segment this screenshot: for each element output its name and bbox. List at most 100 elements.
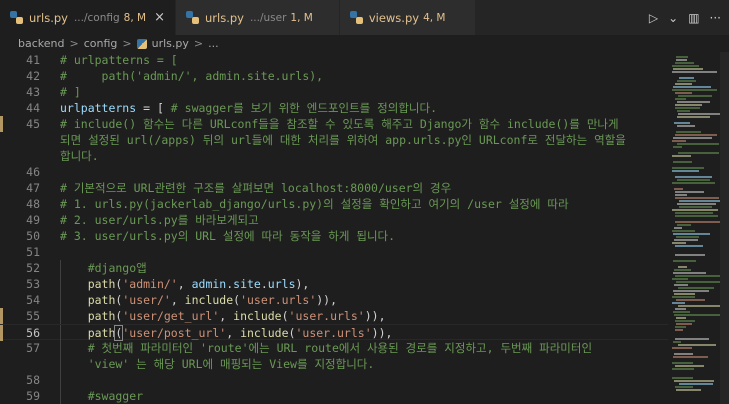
code-comment: # path('admin/', admin.site.urls),: [60, 69, 324, 83]
minimap-line: [672, 278, 688, 280]
run-icon[interactable]: ▷: [649, 11, 658, 25]
tab-problem-badge: 4, M: [423, 11, 446, 24]
code-line: 48 # 1. urls.py(jackerlab_django/urls.py)…: [0, 196, 668, 212]
minimap-line: [672, 230, 695, 232]
minimap-line: [672, 362, 693, 364]
minimap-line: [674, 293, 695, 295]
code-line: 55 path('user/get_url', include('user.ur…: [0, 308, 668, 324]
line-number: 54: [26, 293, 40, 307]
code-line: 57 # 첫번째 파라미터인 'route'에는 URL route에서 사용된…: [0, 340, 668, 356]
tab-label: views.py: [368, 10, 420, 25]
code-line-current: 56 path('user/post_url', include('user.u…: [0, 324, 668, 341]
breadcrumb-file[interactable]: urls.py: [152, 37, 189, 50]
minimap-line: [672, 167, 704, 169]
minimap-line: [672, 209, 718, 211]
minimap-line: [672, 155, 691, 157]
code-line-wrap: 합니다.: [0, 148, 668, 164]
minimap-line: [677, 179, 710, 181]
breadcrumb: backend > config > urls.py > ...: [0, 35, 729, 52]
minimap-line: [674, 380, 714, 382]
minimap-line: [675, 62, 694, 64]
minimap-line: [678, 305, 720, 307]
breadcrumb-config[interactable]: config: [84, 37, 118, 50]
minimap-line: [677, 224, 691, 226]
close-icon[interactable]: ×: [154, 10, 165, 25]
tab-views[interactable]: views.py 4, M: [339, 0, 477, 35]
minimap-line: [677, 80, 696, 82]
function-call: path: [87, 293, 116, 307]
minimap-line: [675, 212, 713, 214]
minimap-line: [675, 386, 693, 388]
python-file-icon: [136, 38, 147, 49]
minimap-line: [675, 215, 718, 217]
minimap-line: [675, 107, 700, 109]
python-file-icon: [349, 11, 363, 24]
code-comment: # 2. user/urls.py를 바라보게되고: [60, 213, 259, 227]
code-line: 46: [0, 164, 668, 180]
tab-urls-user[interactable]: urls.py .../user 1, M: [175, 0, 340, 35]
code-comment: # 첫번째 파라미터인 'route'에는 URL route에서 사용된 경로…: [60, 341, 593, 355]
function-call: path: [87, 277, 116, 291]
code-line: 51: [0, 244, 668, 260]
minimap-line: [678, 344, 716, 346]
code-text: urlpatterns = [ # swagger를 보기 위한 엔드포인트를 …: [60, 100, 437, 116]
code-line: 52 #django앱: [0, 260, 668, 276]
code-comment: # 1. urls.py(jackerlab_django/urls.py)의 …: [60, 197, 569, 211]
breadcrumb-backend[interactable]: backend: [18, 37, 64, 50]
code-comment: # ]: [60, 85, 81, 99]
string-literal: 'admin/': [122, 277, 178, 291]
code-line: 42 # path('admin/', admin.site.urls),: [0, 68, 668, 84]
code-text: path('user/get_url', include('user.urls'…: [87, 309, 386, 323]
minimap-line: [678, 113, 720, 115]
code-punct: ,: [219, 309, 234, 323]
code-line: 59 #swagger: [0, 388, 668, 404]
minimap-line: [674, 353, 693, 355]
more-actions-icon[interactable]: ···: [710, 11, 721, 25]
minimap-line: [675, 221, 720, 223]
line-number: 58: [26, 373, 40, 387]
editor-scrollbar[interactable]: [720, 52, 729, 404]
code-editor[interactable]: 41 # urlpatterns = [ 42 # path('admin/', a…: [0, 52, 668, 404]
minimap-line: [676, 131, 701, 133]
string-literal: 'user.urls': [240, 293, 317, 307]
minimap-line: [675, 254, 705, 256]
line-number: 48: [26, 197, 40, 211]
split-editor-icon[interactable]: ▥: [688, 11, 699, 25]
minimap-line: [676, 323, 692, 325]
minimap-line: [678, 287, 714, 289]
tab-label: urls.py: [29, 10, 68, 25]
line-number: 53: [26, 277, 40, 291]
code-comment: # urlpatterns = [: [60, 53, 178, 67]
line-number: 52: [26, 261, 40, 275]
code-punct: .: [260, 277, 268, 291]
code-line: 43 # ]: [0, 84, 668, 100]
minimap-line: [675, 92, 692, 94]
tab-problem-badge: 8, M: [123, 11, 147, 24]
function-call: include: [184, 293, 234, 307]
line-number: 56: [26, 326, 40, 340]
minimap-line: [677, 203, 716, 205]
minimap-line: [678, 152, 719, 154]
code-punct: )),: [316, 293, 338, 307]
minimap-line: [672, 65, 699, 67]
function-call: include: [233, 309, 282, 323]
code-punct: ,: [170, 293, 185, 307]
minimap-line: [679, 77, 694, 79]
minimap-line: [676, 281, 720, 283]
string-literal: 'user.urls': [295, 326, 372, 340]
minimap-line: [673, 146, 682, 148]
breadcrumb-symbol[interactable]: ...: [208, 37, 219, 50]
tab-urls-config[interactable]: urls.py .../config 8, M ×: [0, 0, 176, 35]
minimap-line: [672, 89, 717, 91]
minimap-line: [673, 161, 692, 163]
code-line: 47 # 기본적으로 URL관련한 구조를 살펴보면 localhost:8000…: [0, 180, 668, 196]
minimap-line: [675, 308, 686, 310]
line-number: 47: [26, 181, 40, 195]
code-punct: ,: [177, 277, 192, 291]
minimap-line: [675, 176, 712, 178]
python-file-icon: [185, 11, 199, 24]
code-text: path('user/', include('user.urls')),: [87, 293, 338, 307]
chevron-down-icon[interactable]: ⌄: [668, 11, 678, 25]
minimap-line: [676, 317, 686, 319]
minimap-line: [674, 269, 691, 271]
